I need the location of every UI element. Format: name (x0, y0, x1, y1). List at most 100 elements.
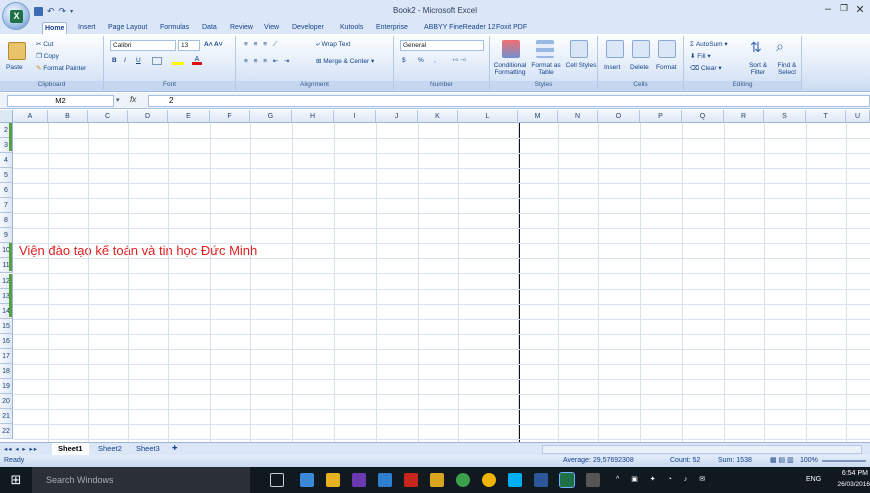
column-header-l[interactable]: L (458, 110, 518, 123)
tab-insert[interactable]: Insert (76, 22, 98, 34)
row-header-5[interactable]: 5 (0, 168, 13, 184)
close-button[interactable]: ✕ (852, 3, 868, 16)
sort-icon[interactable]: ⇅ (750, 39, 762, 56)
task-view-icon[interactable] (270, 473, 284, 487)
comma-button[interactable]: , (434, 57, 436, 64)
row-header-9[interactable]: 9 (0, 228, 13, 244)
store-icon[interactable] (326, 473, 340, 487)
underline-button[interactable]: U (136, 57, 141, 64)
column-header-b[interactable]: B (48, 110, 88, 123)
row-header-19[interactable]: 19 (0, 378, 13, 394)
cut-button[interactable]: ✂ Cut (36, 40, 53, 48)
column-header-h[interactable]: H (292, 110, 334, 123)
insert-button[interactable]: Insert (604, 64, 620, 71)
save-icon[interactable] (34, 6, 43, 16)
fill-button[interactable]: ⬇ Fill ▾ (690, 52, 711, 60)
search-windows-input[interactable]: Search Windows (32, 467, 250, 493)
tab-home[interactable]: Home (42, 22, 68, 34)
sheet-tab-sheet2[interactable]: Sheet2 (92, 443, 128, 455)
column-header-e[interactable]: E (168, 110, 210, 123)
tab-review[interactable]: Review (228, 22, 255, 34)
excel-taskbar-icon[interactable] (559, 472, 575, 488)
row-header-17[interactable]: 17 (0, 348, 13, 364)
column-header-q[interactable]: Q (682, 110, 724, 123)
sheet-tab-sheet3[interactable]: Sheet3 (130, 443, 166, 455)
select-all-button[interactable] (0, 110, 13, 123)
align-horizontal-icons[interactable]: ≡ ≡ ≡ ⇤ ⇥ (244, 57, 292, 65)
row-header-8[interactable]: 8 (0, 213, 13, 229)
bold-button[interactable]: B (112, 57, 117, 64)
binoculars-icon[interactable]: ⌕ (776, 38, 784, 55)
column-header-a[interactable]: A (13, 110, 48, 123)
file-explorer-icon[interactable] (300, 473, 314, 487)
insert-cells-icon[interactable] (606, 40, 624, 58)
app5-icon[interactable] (586, 473, 600, 487)
system-tray-icons[interactable]: ^ ▣ ✦ ◔ ♪ ✉ (616, 467, 710, 493)
font-name-select[interactable]: Calibri (110, 40, 176, 51)
column-header-o[interactable]: O (598, 110, 640, 123)
app2-icon[interactable] (378, 473, 392, 487)
column-header-i[interactable]: I (334, 110, 376, 123)
tab-data[interactable]: Data (200, 22, 219, 34)
cell-styles-button[interactable]: Cell Styles (564, 62, 598, 69)
format-button[interactable]: Format (656, 64, 677, 71)
sheet-nav-arrows-icon[interactable]: ◂◂ ◂ ▸ ▸▸ (4, 445, 38, 453)
conditional-formatting-button[interactable]: Conditional Formatting (492, 62, 528, 76)
number-format-select[interactable]: General (400, 40, 484, 51)
find-select-button[interactable]: Find & Select (772, 62, 802, 76)
sort-filter-button[interactable]: Sort & Filter (742, 62, 774, 76)
font-size-select[interactable]: 13 (178, 40, 200, 51)
column-header-f[interactable]: F (210, 110, 250, 123)
zoom-slider[interactable] (822, 460, 866, 462)
column-header-p[interactable]: P (640, 110, 682, 123)
tab-foxit-pdf[interactable]: Foxit PDF (494, 22, 529, 34)
foxit-icon[interactable] (404, 473, 418, 487)
currency-button[interactable]: $ (402, 57, 406, 64)
tab-kutools[interactable]: Kutools (338, 22, 365, 34)
formula-input[interactable]: 2 (148, 95, 870, 107)
row-header-6[interactable]: 6 (0, 183, 13, 199)
redo-icon[interactable]: ↷ (59, 6, 67, 17)
app-icon[interactable] (352, 473, 366, 487)
tab-enterprise[interactable]: Enterprise (374, 22, 410, 34)
fx-icon[interactable]: fx (130, 95, 136, 104)
column-header-c[interactable]: C (88, 110, 128, 123)
app3-icon[interactable] (430, 473, 444, 487)
percent-button[interactable]: % (418, 57, 424, 64)
row-header-7[interactable]: 7 (0, 198, 13, 214)
horizontal-scrollbar[interactable] (542, 445, 862, 454)
name-box[interactable]: M2 (7, 95, 114, 107)
align-top-icons[interactable]: ≡ ≡ ≡ ⟋ (244, 41, 279, 49)
language-indicator[interactable]: ENG (806, 467, 821, 493)
maximize-button[interactable]: ❐ (836, 3, 852, 14)
new-sheet-icon[interactable]: ✚ (172, 444, 177, 452)
column-header-d[interactable]: D (128, 110, 168, 123)
name-box-dropdown-icon[interactable]: ▾ (116, 96, 120, 104)
clear-button[interactable]: ⌫ Clear ▾ (690, 64, 722, 72)
delete-cells-icon[interactable] (632, 40, 650, 58)
column-header-r[interactable]: R (724, 110, 764, 123)
view-buttons-icon[interactable]: ▦ ▤ ▥ (770, 455, 794, 467)
conditional-formatting-icon[interactable] (502, 40, 520, 58)
column-header-m[interactable]: M (518, 110, 558, 123)
chevron-down-icon[interactable]: ▾ (70, 8, 73, 15)
row-header-18[interactable]: 18 (0, 363, 13, 379)
word-icon[interactable] (534, 473, 548, 487)
windows-start-icon[interactable]: ⊞ (0, 467, 32, 493)
skype-icon[interactable] (508, 473, 522, 487)
decimal-icons[interactable]: ⁺⁰ ⁻⁰ (452, 57, 466, 65)
tab-formulas[interactable]: Formulas (158, 22, 191, 34)
row-header-16[interactable]: 16 (0, 333, 13, 349)
row-header-15[interactable]: 15 (0, 318, 13, 334)
wrap-text-button[interactable]: ⤶ Wrap Text (316, 41, 350, 49)
row-header-21[interactable]: 21 (0, 408, 13, 424)
office-button[interactable]: X (2, 2, 30, 30)
format-painter-button[interactable]: ✎ Format Painter (36, 64, 86, 72)
clock-time[interactable]: 6:54 PM (832, 470, 868, 477)
italic-button[interactable]: I (124, 57, 126, 64)
row-header-22[interactable]: 22 (0, 424, 13, 439)
sheet-tab-sheet1[interactable]: Sheet1 (52, 443, 89, 455)
format-table-button[interactable]: Format as Table (528, 62, 564, 76)
font-color-icon[interactable]: A (192, 56, 202, 65)
format-table-icon[interactable] (536, 40, 554, 58)
